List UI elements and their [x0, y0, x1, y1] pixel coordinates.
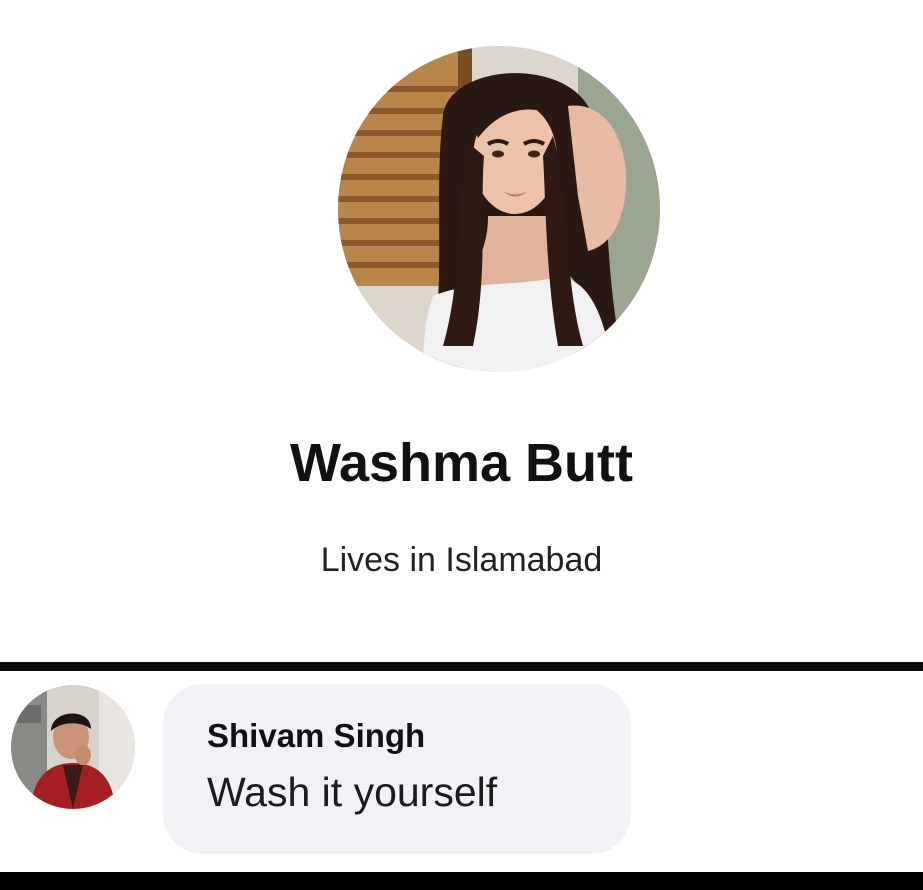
- bottom-border: [0, 872, 923, 890]
- comment-author[interactable]: Shivam Singh: [207, 717, 425, 755]
- comment-bubble[interactable]: Shivam Singh Wash it yourself: [163, 684, 631, 854]
- comment-item: Shivam Singh Wash it yourself: [0, 671, 923, 872]
- commenter-photo-image: [11, 685, 135, 809]
- section-divider: [0, 662, 923, 671]
- profile-name[interactable]: Washma Butt: [0, 432, 923, 494]
- comment-text: Wash it yourself: [207, 769, 498, 815]
- profile-photo-image: [338, 46, 660, 372]
- screenshot-page: Washma Butt Lives in Islamabad Shivam Si…: [0, 0, 923, 890]
- profile-card: Washma Butt Lives in Islamabad: [0, 0, 923, 662]
- profile-photo[interactable]: [338, 46, 660, 372]
- commenter-photo[interactable]: [11, 685, 135, 809]
- profile-location: Lives in Islamabad: [320, 541, 603, 579]
